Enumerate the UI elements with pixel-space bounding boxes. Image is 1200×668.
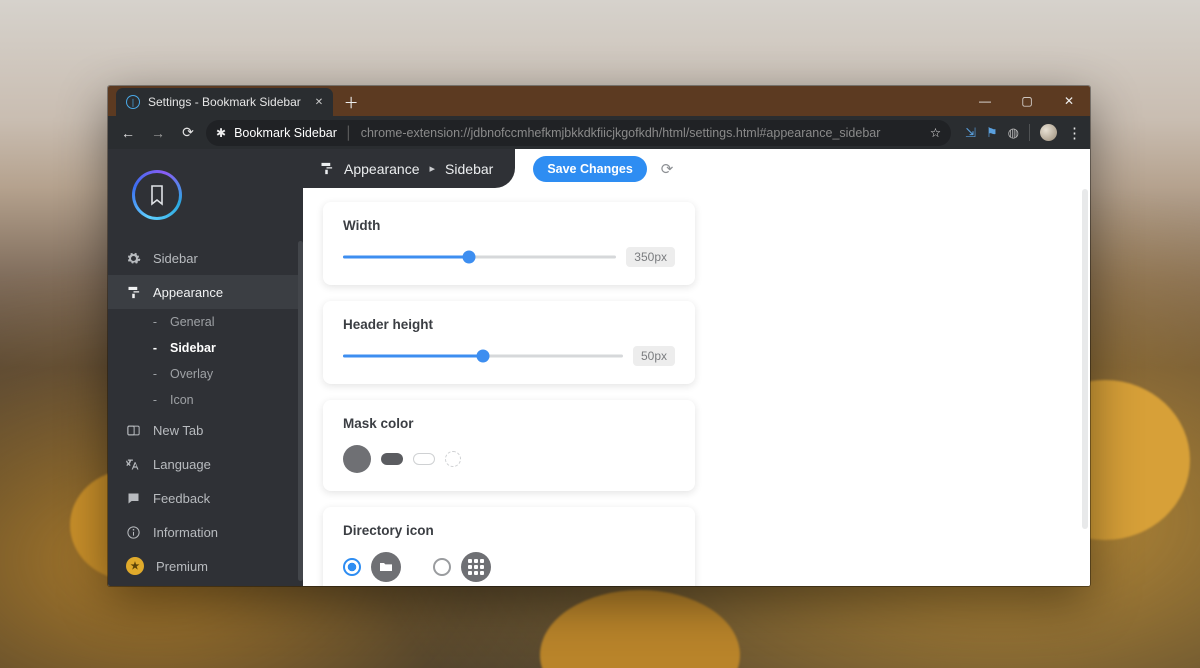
content-header: Appearance ▸ Sidebar Save Changes ⟳ (303, 149, 1090, 188)
back-button[interactable]: ← (116, 125, 140, 141)
close-tab-icon[interactable]: ✕ (315, 97, 323, 108)
browser-menu-button[interactable]: ⋮ (1067, 124, 1082, 142)
browser-window: ❘ Settings - Bookmark Sidebar ✕ ＋ — ▢ ✕ … (108, 86, 1090, 586)
info-icon (126, 525, 141, 540)
chat-icon (126, 491, 141, 506)
maximize-button[interactable]: ▢ (1006, 86, 1048, 116)
sidebar-item-label: Information (153, 525, 218, 540)
width-slider[interactable] (343, 250, 616, 264)
mask-transparent-option[interactable] (413, 453, 435, 465)
breadcrumb: Appearance ▸ Sidebar (303, 149, 515, 188)
header-height-value: 50px (633, 346, 675, 366)
sidebar-item-label: Feedback (153, 491, 210, 506)
header-height-slider[interactable] (343, 349, 623, 363)
settings-sidebar: Sidebar Appearance -General -Sidebar -Ov… (108, 149, 303, 586)
sidebar-item-label: Appearance (153, 285, 223, 300)
reset-icon[interactable]: ⟳ (661, 160, 674, 178)
sidebar-item-label: New Tab (153, 423, 203, 438)
directory-icon-radio[interactable] (433, 558, 451, 576)
sidebar-sub-icon[interactable]: -Icon (108, 387, 303, 413)
forward-button[interactable]: → (146, 125, 170, 141)
sidebar-item-appearance[interactable]: Appearance (108, 275, 303, 309)
toolbar-divider (1029, 124, 1030, 141)
app-body: Sidebar Appearance -General -Sidebar -Ov… (108, 149, 1090, 586)
sidebar-item-information[interactable]: Information (108, 515, 303, 549)
breadcrumb-page: Sidebar (445, 161, 493, 177)
new-tab-button[interactable]: ＋ (339, 90, 363, 114)
save-changes-button[interactable]: Save Changes (533, 156, 646, 182)
sidebar-item-sidebar[interactable]: Sidebar (108, 241, 303, 275)
sidebar-sub-sidebar[interactable]: -Sidebar (108, 335, 303, 361)
folder-icon[interactable] (371, 552, 401, 582)
sidebar-sub-label: Overlay (170, 367, 213, 381)
address-ext-title: Bookmark Sidebar (234, 126, 337, 140)
mask-color-swatch[interactable] (343, 445, 371, 473)
extension-action-icon[interactable]: ⚑ (986, 125, 998, 141)
window-controls: — ▢ ✕ (964, 86, 1090, 116)
sidebar-item-label: Premium (156, 559, 208, 574)
extension-action-icon[interactable]: ⇲ (965, 125, 976, 141)
grid-icon[interactable] (461, 552, 491, 582)
browser-tab[interactable]: ❘ Settings - Bookmark Sidebar ✕ (116, 88, 333, 116)
card-mask-color: Mask color (323, 400, 695, 491)
sidebar-item-feedback[interactable]: Feedback (108, 481, 303, 515)
address-bar[interactable]: ✱ Bookmark Sidebar │ chrome-extension://… (206, 120, 951, 146)
sidebar-item-language[interactable]: Language (108, 447, 303, 481)
content-scrollbar[interactable] (1082, 189, 1088, 529)
sidebar-nav: Sidebar Appearance -General -Sidebar -Ov… (108, 241, 303, 583)
sidebar-item-label: Language (153, 457, 211, 472)
mask-opacity-toggle[interactable] (381, 453, 403, 465)
extension-action-icon[interactable]: ◍ (1008, 125, 1019, 141)
sidebar-item-newtab[interactable]: New Tab (108, 413, 303, 447)
logo-ring-icon (132, 170, 182, 220)
paint-roller-icon (319, 161, 334, 176)
minimize-button[interactable]: — (964, 86, 1006, 116)
card-directory-icon: Directory icon (323, 507, 695, 586)
bookmark-icon (149, 184, 165, 206)
card-title: Width (343, 218, 675, 233)
breadcrumb-section: Appearance (344, 161, 420, 177)
mask-none-option[interactable] (445, 451, 461, 467)
sidebar-sub-label: General (170, 315, 214, 329)
translate-icon (126, 457, 141, 472)
toolbar-actions: ⇲ ⚑ ◍ ⋮ (957, 124, 1082, 142)
wallpaper-blob (540, 590, 740, 668)
gear-icon (126, 251, 141, 266)
sidebar-item-label: Sidebar (153, 251, 198, 266)
card-width: Width 350px (323, 202, 695, 285)
app-logo (108, 149, 303, 241)
profile-avatar[interactable] (1040, 124, 1057, 141)
card-header-height: Header height 50px (323, 301, 695, 384)
bookmark-favicon-icon: ❘ (126, 95, 140, 109)
card-title: Mask color (343, 416, 675, 431)
titlebar: ❘ Settings - Bookmark Sidebar ✕ ＋ — ▢ ✕ (108, 86, 1090, 116)
browser-toolbar: ← → ⟳ ✱ Bookmark Sidebar │ chrome-extens… (108, 116, 1090, 149)
address-url: chrome-extension://jdbnofccmhefkmjbkkdkf… (361, 126, 881, 140)
paint-roller-icon (126, 285, 141, 300)
bookmark-star-icon[interactable]: ☆ (930, 125, 941, 140)
sidebar-item-premium[interactable]: ★ Premium (108, 549, 303, 583)
chevron-right-icon: ▸ (430, 162, 436, 175)
card-title: Header height (343, 317, 675, 332)
address-separator: │ (345, 126, 353, 140)
sidebar-sub-overlay[interactable]: -Overlay (108, 361, 303, 387)
close-window-button[interactable]: ✕ (1048, 86, 1090, 116)
new-tab-icon (126, 423, 141, 438)
card-title: Directory icon (343, 523, 675, 538)
premium-coin-icon: ★ (126, 557, 144, 575)
sidebar-sub-general[interactable]: -General (108, 309, 303, 335)
sidebar-sub-label: Icon (170, 393, 194, 407)
directory-icon-options (343, 552, 675, 582)
width-value: 350px (626, 247, 675, 267)
sidebar-sub-label: Sidebar (170, 341, 216, 355)
mask-color-options (343, 445, 675, 473)
reload-button[interactable]: ⟳ (176, 124, 200, 141)
directory-icon-radio[interactable] (343, 558, 361, 576)
extension-icon: ✱ (216, 126, 226, 140)
tab-title: Settings - Bookmark Sidebar (148, 95, 301, 109)
settings-content: Appearance ▸ Sidebar Save Changes ⟳ Widt… (303, 149, 1090, 586)
settings-cards: Width 350px Header height (303, 188, 1090, 586)
